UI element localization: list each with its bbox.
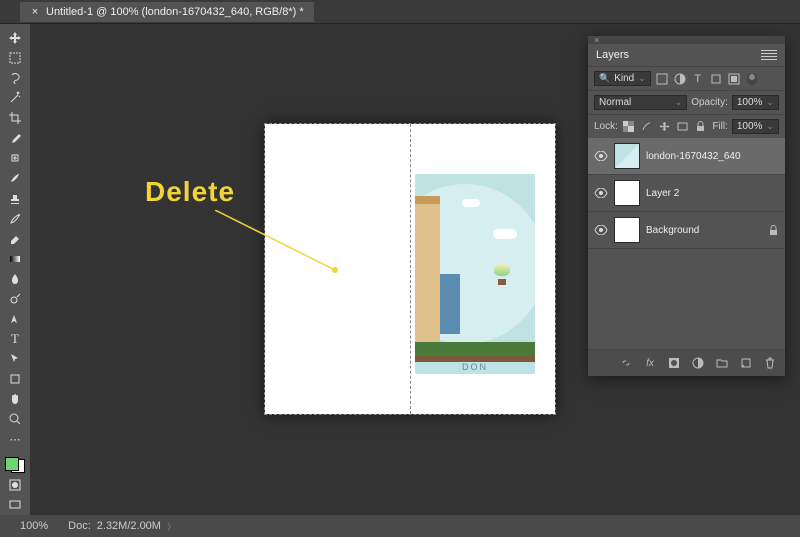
filter-adjust-icon[interactable] [673, 72, 687, 86]
link-layers-icon[interactable] [619, 356, 633, 370]
tools-toolbar: T ⋯ [0, 24, 30, 515]
document-canvas[interactable]: DON [265, 124, 555, 414]
zoom-tool-icon[interactable] [3, 410, 27, 428]
layer-thumbnail[interactable] [614, 217, 640, 243]
color-swatches[interactable] [3, 455, 27, 475]
stamp-tool-icon[interactable] [3, 190, 27, 208]
status-bar: 100% Doc: 2.32M/2.00M 〉 [0, 515, 800, 537]
layer-thumbnail[interactable] [614, 180, 640, 206]
filter-pixel-icon[interactable] [655, 72, 669, 86]
opacity-label: Opacity: [691, 97, 728, 108]
layers-panel: × Layers 🔍Kind⌄ T Normal⌄ Opacity: 100%⌄… [588, 36, 785, 376]
annotation-label: Delete [145, 176, 235, 208]
placed-image: DON [415, 174, 535, 374]
eraser-tool-icon[interactable] [3, 230, 27, 248]
eyedropper-tool-icon[interactable] [3, 129, 27, 147]
lock-pixels-icon[interactable] [640, 120, 654, 134]
fill-input[interactable]: 100%⌄ [732, 119, 779, 134]
layer-mask-icon[interactable] [667, 356, 681, 370]
document-tab[interactable]: × Untitled-1 @ 100% (london-1670432_640,… [20, 2, 314, 22]
layer-name[interactable]: Background [646, 225, 762, 236]
panel-header-bar[interactable]: × [588, 36, 785, 44]
history-brush-tool-icon[interactable] [3, 210, 27, 228]
artwork-caption: DON [415, 362, 535, 372]
panel-title[interactable]: Layers [596, 49, 629, 61]
vertical-guide [410, 124, 411, 414]
filter-type-icon[interactable]: T [691, 72, 705, 86]
visibility-icon[interactable] [594, 188, 608, 198]
panel-menu-icon[interactable] [761, 48, 777, 62]
close-panel-icon[interactable]: × [594, 35, 599, 45]
quickmask-icon[interactable] [3, 476, 27, 494]
opacity-input[interactable]: 100%⌄ [732, 95, 779, 110]
new-layer-icon[interactable] [739, 356, 753, 370]
lock-label: Lock: [594, 121, 618, 132]
layers-panel-footer: fx [588, 349, 785, 376]
zoom-status[interactable]: 100% [20, 520, 48, 532]
blur-tool-icon[interactable] [3, 270, 27, 288]
dodge-tool-icon[interactable] [3, 290, 27, 308]
type-tool-icon[interactable]: T [3, 330, 27, 348]
blend-mode-dropdown[interactable]: Normal⌄ [594, 95, 687, 110]
fill-label: Fill: [712, 121, 728, 132]
lasso-tool-icon[interactable] [3, 69, 27, 87]
document-tab-title: Untitled-1 @ 100% (london-1670432_640, R… [46, 6, 304, 18]
layer-style-icon[interactable]: fx [643, 356, 657, 370]
shape-tool-icon[interactable] [3, 370, 27, 388]
delete-layer-icon[interactable] [763, 356, 777, 370]
filter-kind-dropdown[interactable]: 🔍Kind⌄ [594, 71, 651, 86]
marquee-tool-icon[interactable] [3, 49, 27, 67]
move-tool-icon[interactable] [3, 29, 27, 47]
visibility-icon[interactable] [594, 225, 608, 235]
pen-tool-icon[interactable] [3, 310, 27, 328]
layer-name[interactable]: Layer 2 [646, 188, 779, 199]
wand-tool-icon[interactable] [3, 89, 27, 107]
visibility-icon[interactable] [594, 151, 608, 161]
foreground-color-swatch[interactable] [5, 457, 19, 471]
crop-tool-icon[interactable] [3, 109, 27, 127]
lock-transparency-icon[interactable] [622, 120, 636, 134]
brush-tool-icon[interactable] [3, 169, 27, 187]
layer-row[interactable]: london-1670432_640 [588, 138, 785, 175]
lock-position-icon[interactable] [658, 120, 672, 134]
filter-toggle-icon[interactable] [745, 72, 759, 86]
gradient-tool-icon[interactable] [3, 250, 27, 268]
close-icon[interactable]: × [30, 7, 40, 17]
filter-shape-icon[interactable] [709, 72, 723, 86]
lock-all-icon[interactable] [694, 120, 708, 134]
edit-toolbar-icon[interactable]: ⋯ [3, 430, 27, 448]
layer-row[interactable]: Layer 2 [588, 175, 785, 212]
lock-artboard-icon[interactable] [676, 120, 690, 134]
screenmode-icon[interactable] [3, 496, 27, 514]
adjustment-layer-icon[interactable] [691, 356, 705, 370]
hand-tool-icon[interactable] [3, 390, 27, 408]
filter-smart-icon[interactable] [727, 72, 741, 86]
doc-status[interactable]: Doc: 2.32M/2.00M 〉 [68, 520, 176, 533]
heal-tool-icon[interactable] [3, 149, 27, 167]
path-select-tool-icon[interactable] [3, 350, 27, 368]
layer-row[interactable]: Background [588, 212, 785, 249]
group-icon[interactable] [715, 356, 729, 370]
lock-icon [768, 225, 779, 236]
layer-thumbnail[interactable] [614, 143, 640, 169]
document-tab-bar: × Untitled-1 @ 100% (london-1670432_640,… [0, 0, 800, 24]
layer-name[interactable]: london-1670432_640 [646, 151, 779, 162]
